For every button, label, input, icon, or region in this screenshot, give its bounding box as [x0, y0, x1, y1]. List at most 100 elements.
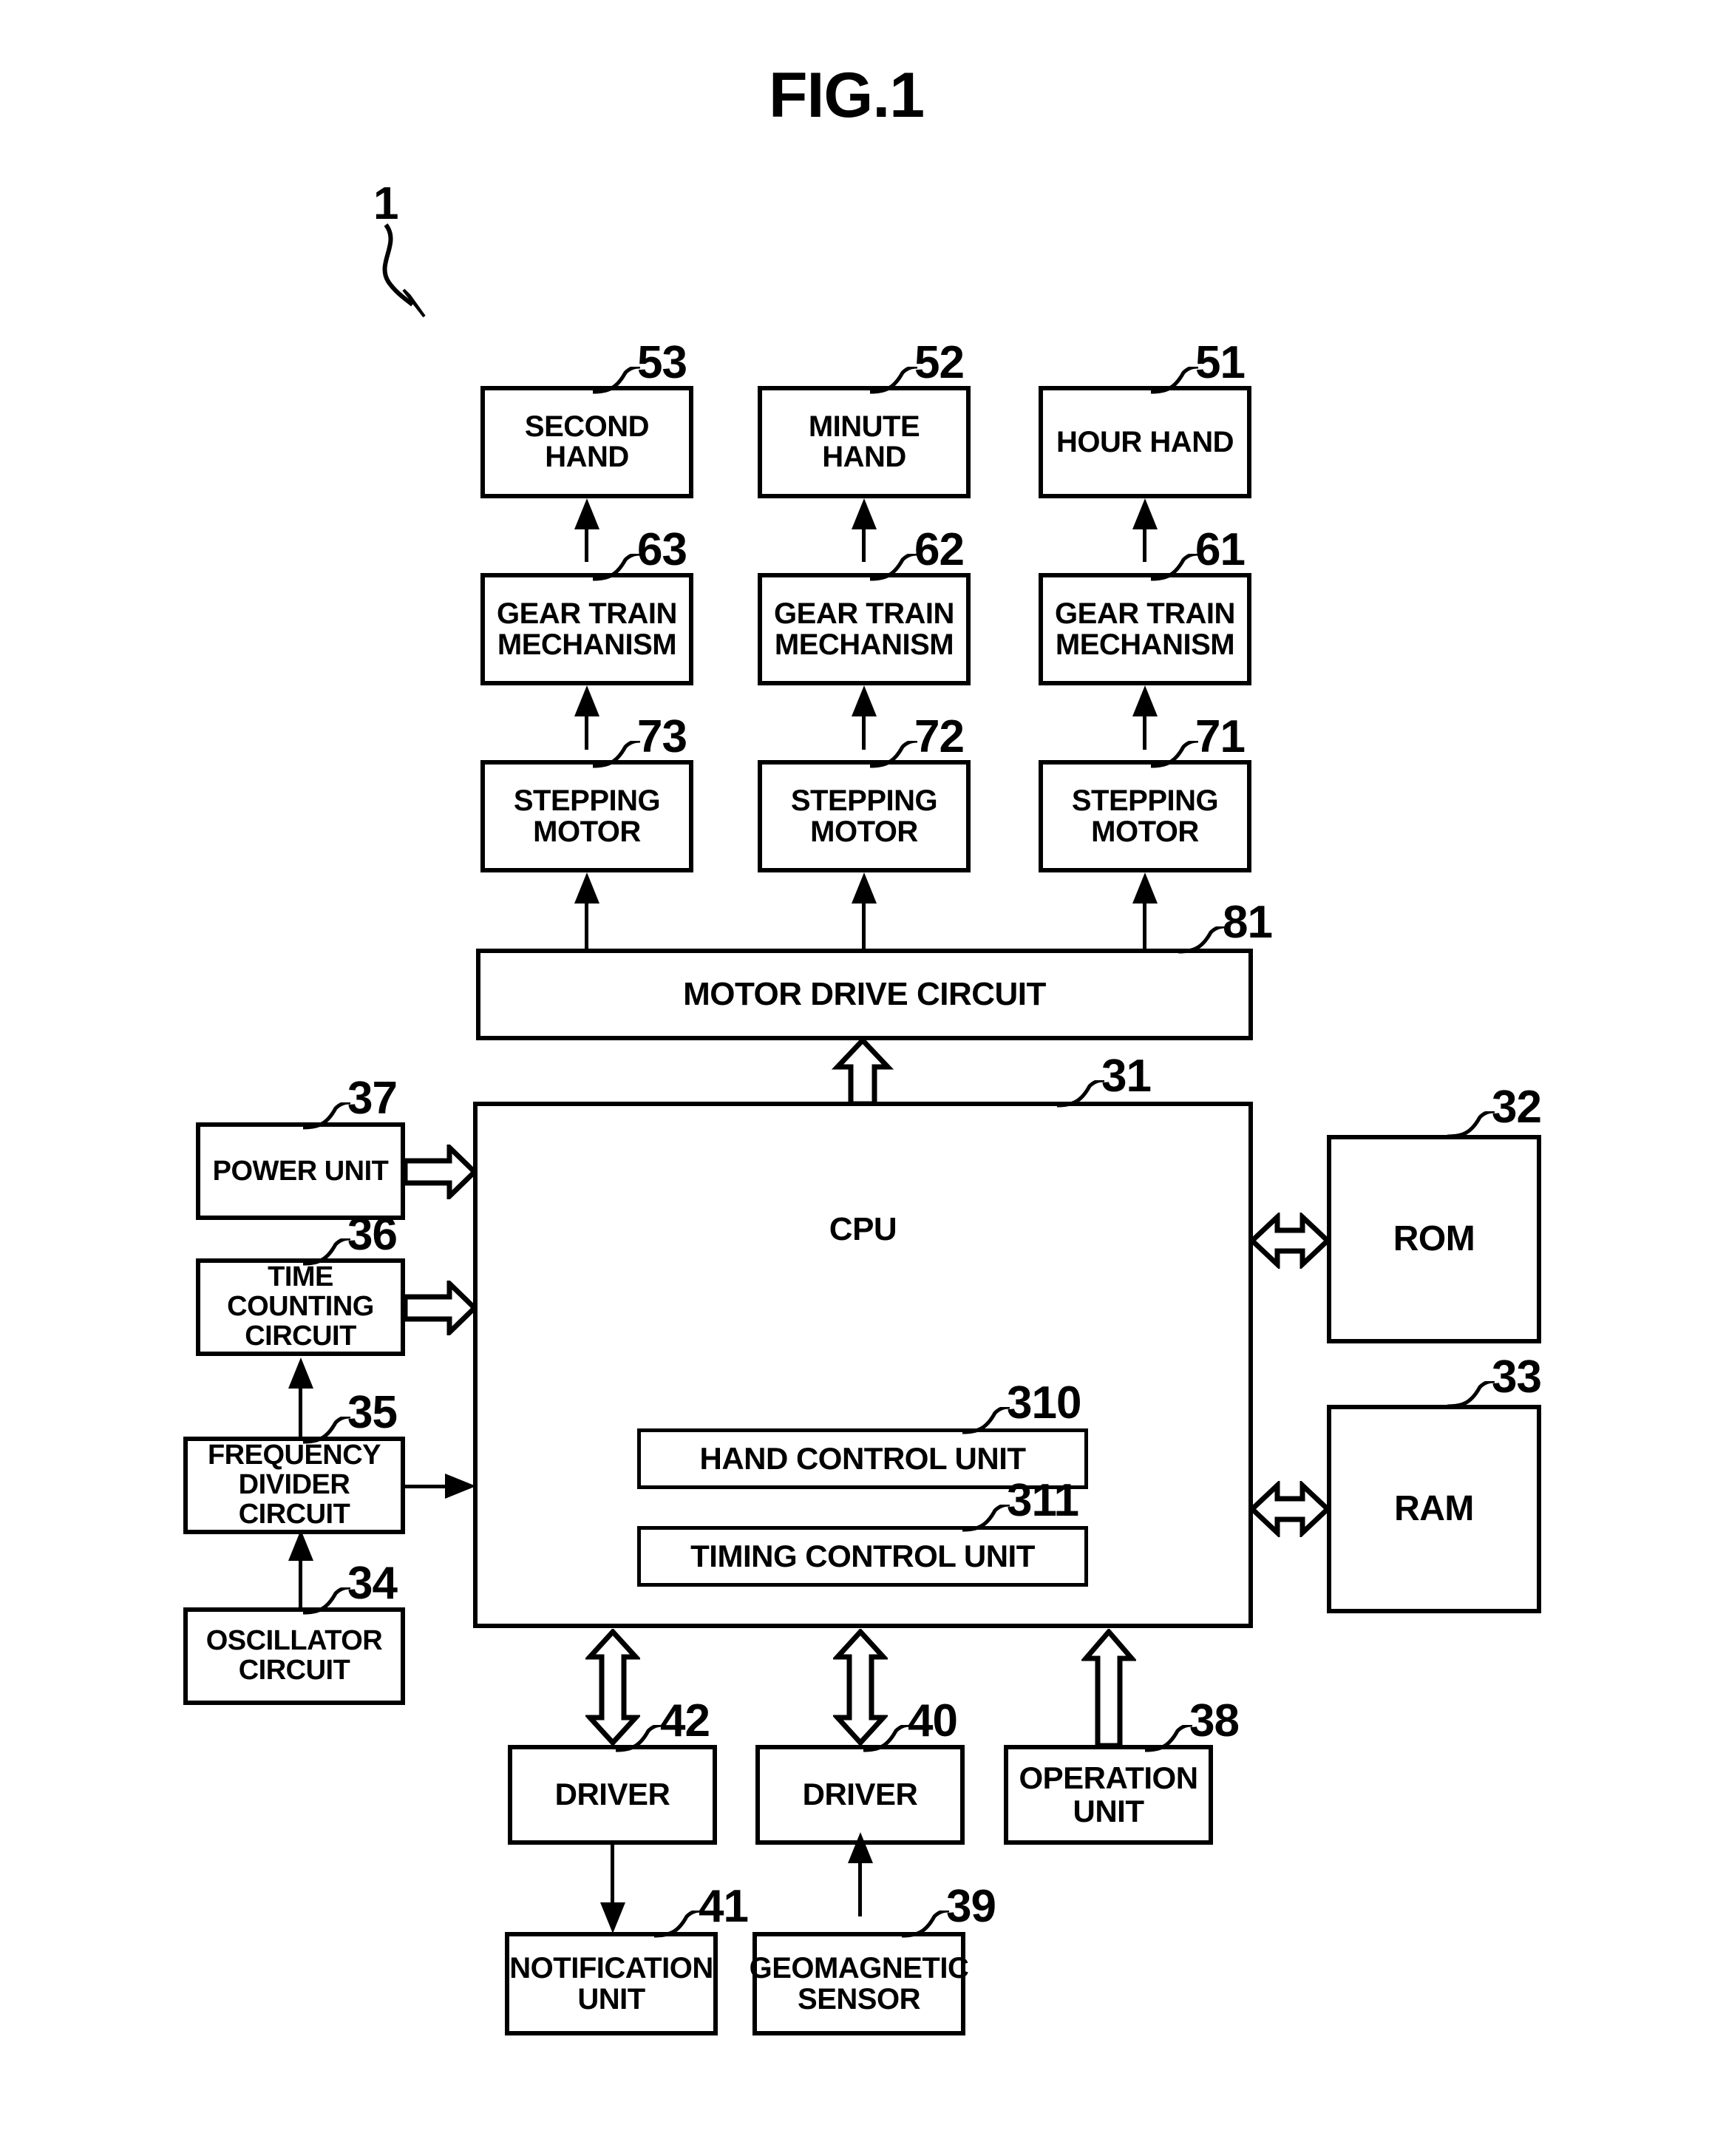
ref-310: 310: [1007, 1377, 1081, 1428]
ref-42: 42: [660, 1695, 710, 1746]
leader-37: [302, 1102, 353, 1132]
leader-39: [900, 1911, 952, 1940]
oscillator-circuit-label: OSCILLATOR CIRCUIT: [205, 1625, 383, 1686]
system-leader-arrow: [370, 222, 458, 318]
block-stepping-motor-72: STEPPING MOTOR: [758, 760, 971, 872]
driver-42-label: DRIVER: [554, 1777, 670, 1812]
block-geomagnetic-sensor: GEOMAGNETIC SENSOR: [750, 1932, 969, 2035]
minute-hand-label: MINUTE HAND: [808, 410, 920, 473]
arrowhead-72-62: [852, 685, 877, 716]
arrowhead-63-53: [574, 498, 599, 529]
ref-73: 73: [637, 711, 687, 762]
block-power-unit: POWER UNIT: [196, 1122, 405, 1220]
ref-38: 38: [1189, 1695, 1240, 1746]
patent-figure-page: FIG.1 1 SECOND HAND 53 MINUTE HAND 52 HO…: [0, 0, 1709, 2156]
leader-62: [869, 554, 920, 583]
gear-train-61-label: GEAR TRAIN MECHANISM: [1055, 597, 1235, 661]
ref-63: 63: [637, 524, 687, 575]
leader-81: [1177, 926, 1229, 956]
ref-52: 52: [914, 337, 965, 388]
block-gear-train-63: GEAR TRAIN MECHANISM: [480, 573, 693, 685]
hollow-arrow-cpu-to-motor-drive: [832, 1037, 894, 1105]
ref-33: 33: [1492, 1352, 1542, 1403]
leader-52: [869, 367, 920, 396]
block-time-counting-circuit: TIME COUNTING CIRCUIT: [196, 1258, 405, 1356]
block-operation-unit: OPERATION UNIT: [1004, 1745, 1213, 1845]
hollow-arrow-cpu-driver40: [833, 1629, 888, 1746]
ram-label: RAM: [1394, 1488, 1474, 1528]
block-frequency-divider-circuit: FREQUENCY DIVIDER CIRCUIT: [183, 1437, 405, 1534]
notification-unit-label: NOTIFICATION UNIT: [509, 1952, 713, 2016]
frequency-divider-circuit-label: FREQUENCY DIVIDER CIRCUIT: [207, 1440, 381, 1530]
ref-81: 81: [1223, 897, 1273, 948]
arrowhead-34-35: [288, 1530, 313, 1561]
power-unit-label: POWER UNIT: [212, 1155, 389, 1187]
leader-35: [302, 1417, 353, 1446]
block-notification-unit: NOTIFICATION UNIT: [505, 1932, 718, 2035]
timing-control-unit-label: TIMING CONTROL UNIT: [690, 1538, 1035, 1573]
hollow-arrow-cpu-rom: [1249, 1213, 1331, 1269]
ref-31: 31: [1101, 1051, 1152, 1102]
gear-train-62-label: GEAR TRAIN MECHANISM: [774, 597, 954, 661]
motor-drive-circuit-label: MOTOR DRIVE CIRCUIT: [683, 975, 1046, 1012]
ref-34: 34: [347, 1558, 398, 1609]
leader-311: [961, 1505, 1013, 1534]
arrowhead-81-73: [574, 872, 599, 904]
block-driver-42: DRIVER: [508, 1745, 717, 1845]
block-second-hand: SECOND HAND: [480, 386, 693, 498]
ref-37: 37: [347, 1073, 398, 1124]
arrowhead-35-36: [288, 1357, 313, 1389]
arrowhead-62-52: [852, 498, 877, 529]
stepping-motor-71-label: STEPPING MOTOR: [1071, 784, 1219, 848]
ref-32: 32: [1492, 1082, 1542, 1133]
leader-53: [591, 367, 643, 396]
block-rom: ROM: [1327, 1135, 1541, 1343]
leader-34: [302, 1587, 353, 1617]
second-hand-label: SECOND HAND: [524, 410, 650, 473]
block-minute-hand: MINUTE HAND: [758, 386, 971, 498]
stepping-motor-72-label: STEPPING MOTOR: [790, 784, 938, 848]
arrowhead-61-51: [1132, 498, 1158, 529]
ref-53: 53: [637, 337, 687, 388]
block-stepping-motor-71: STEPPING MOTOR: [1039, 760, 1251, 872]
leader-36: [302, 1238, 353, 1268]
ref-61: 61: [1195, 524, 1246, 575]
gear-train-63-label: GEAR TRAIN MECHANISM: [497, 597, 677, 661]
leader-31: [1056, 1080, 1107, 1110]
ref-51: 51: [1195, 337, 1246, 388]
block-driver-40: DRIVER: [755, 1745, 965, 1845]
block-oscillator-circuit: OSCILLATOR CIRCUIT: [183, 1607, 405, 1705]
ref-62: 62: [914, 524, 965, 575]
arrowhead-71-61: [1132, 685, 1158, 716]
block-ram: RAM: [1327, 1405, 1541, 1613]
operation-unit-label: OPERATION UNIT: [1019, 1760, 1198, 1828]
stepping-motor-73-label: STEPPING MOTOR: [513, 784, 661, 848]
ref-72: 72: [914, 711, 965, 762]
leader-51: [1149, 367, 1201, 396]
ref-35: 35: [347, 1387, 398, 1438]
arrowhead-42-41: [600, 1902, 625, 1933]
hollow-arrow-cpu-driver42: [585, 1629, 640, 1746]
leader-73: [591, 741, 643, 770]
ref-71: 71: [1195, 711, 1246, 762]
ref-41: 41: [699, 1881, 749, 1932]
hollow-arrow-operation-to-cpu: [1081, 1629, 1136, 1749]
block-hour-hand: HOUR HAND: [1039, 386, 1251, 498]
figure-title: FIG.1: [769, 60, 925, 131]
leader-310: [961, 1407, 1013, 1437]
driver-40-label: DRIVER: [802, 1777, 918, 1812]
hour-hand-label: HOUR HAND: [1056, 425, 1234, 458]
block-timing-control-unit: TIMING CONTROL UNIT: [637, 1526, 1088, 1587]
block-stepping-motor-73: STEPPING MOTOR: [480, 760, 693, 872]
ref-40: 40: [908, 1695, 958, 1746]
leader-72: [869, 741, 920, 770]
arrowhead-35-cpu: [445, 1474, 476, 1499]
arrowhead-73-63: [574, 685, 599, 716]
ref-36: 36: [347, 1209, 398, 1260]
leader-63: [591, 554, 643, 583]
block-gear-train-62: GEAR TRAIN MECHANISM: [758, 573, 971, 685]
rom-label: ROM: [1393, 1218, 1475, 1258]
leader-71: [1149, 741, 1201, 770]
ref-39: 39: [946, 1881, 996, 1932]
hand-control-unit-label: HAND CONTROL UNIT: [699, 1440, 1026, 1476]
